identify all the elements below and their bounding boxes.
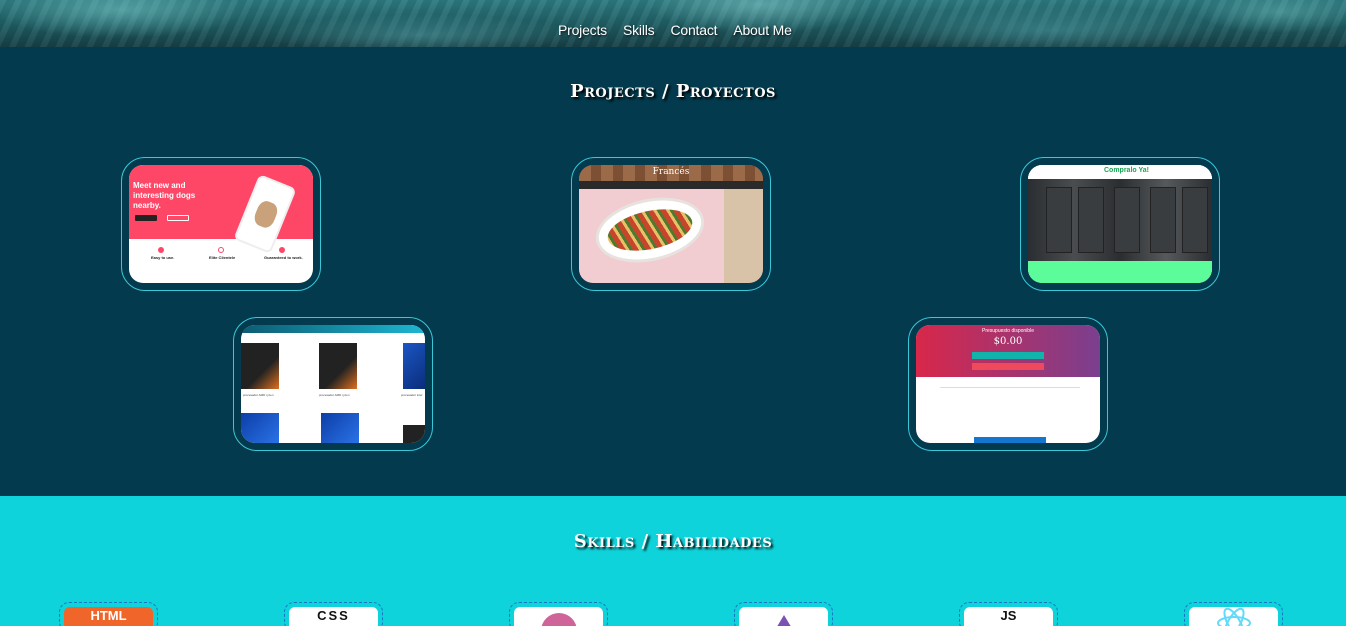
skill-js[interactable]: JS xyxy=(959,602,1058,626)
feature-label: Easy to use. xyxy=(151,255,175,260)
nav-about-link[interactable]: About Me xyxy=(733,22,792,38)
project-thumbnail-cpu-store[interactable]: procesador AMD ryzen procesador AMD ryze… xyxy=(241,325,425,443)
product-label: procesador intel xyxy=(401,393,423,397)
intel-box-image xyxy=(321,413,359,443)
main-nav: Projects Skills Contact About Me xyxy=(558,22,792,38)
skill-sass[interactable] xyxy=(509,602,608,626)
project-card-fridge-store[interactable]: Compralo Ya! xyxy=(1020,157,1220,291)
skill-react[interactable] xyxy=(1184,602,1283,626)
project-card-dog-app[interactable]: Meet new and interesting dogs nearby. Ea… xyxy=(121,157,321,291)
projects-title: Projects / Proyectos xyxy=(570,81,776,102)
expense-row xyxy=(972,363,1044,370)
intel-box-image xyxy=(403,343,425,389)
feature-label: Guaranteed to work. xyxy=(264,255,303,260)
ryzen-box-image xyxy=(241,343,279,389)
skills-section: Skills / Habilidades HTML CSS JS xyxy=(0,496,1346,626)
project-thumbnail-dog-app[interactable]: Meet new and interesting dogs nearby. Ea… xyxy=(129,165,313,283)
dog-app-heading: Meet new and interesting dogs nearby. xyxy=(133,181,196,210)
heart-icon xyxy=(279,247,285,253)
project-card-cpu-store[interactable]: procesador AMD ryzen procesador AMD ryze… xyxy=(233,317,433,451)
check-icon xyxy=(158,247,164,253)
dog-image xyxy=(251,198,281,231)
budget-amount: $0.00 xyxy=(993,336,1023,347)
budget-form xyxy=(940,381,1080,388)
css-icon: CSS xyxy=(289,607,378,626)
ryzen-box-image xyxy=(319,343,357,389)
skill-html[interactable]: HTML xyxy=(59,602,158,626)
skills-title: Skills / Habilidades xyxy=(573,531,773,552)
food-site-header: Francés xyxy=(652,167,690,177)
intel-box-image xyxy=(241,413,279,443)
nav-projects-link[interactable]: Projects xyxy=(558,22,607,38)
fridge-store-brand: Compralo Ya! xyxy=(1104,167,1149,174)
projects-section: Projects / Proyectos Meet new and intere… xyxy=(0,47,1346,496)
project-card-food-site[interactable]: Francés xyxy=(571,157,771,291)
html-icon: HTML xyxy=(64,607,153,626)
income-row xyxy=(972,352,1044,359)
nav-contact-link[interactable]: Contact xyxy=(670,22,717,38)
bootstrap-icon xyxy=(739,607,828,626)
skill-bootstrap[interactable] xyxy=(734,602,833,626)
skill-css[interactable]: CSS xyxy=(284,602,383,626)
budget-button xyxy=(974,437,1046,443)
food-site-navbar xyxy=(579,181,763,189)
download-button-dark xyxy=(135,215,157,221)
download-button-outline xyxy=(167,215,189,221)
header-banner: Projects Skills Contact About Me xyxy=(0,0,1346,47)
project-thumbnail-budget-app[interactable]: Presupuesto disponible $0.00 xyxy=(916,325,1100,443)
js-icon: JS xyxy=(964,607,1053,626)
cpu-box-image xyxy=(403,425,425,443)
nav-skills-link[interactable]: Skills xyxy=(623,22,655,38)
product-label: procesador AMD ryzen xyxy=(243,393,274,397)
product-label: procesador AMD ryzen xyxy=(319,393,350,397)
project-card-budget-app[interactable]: Presupuesto disponible $0.00 xyxy=(908,317,1108,451)
sass-icon xyxy=(514,607,603,626)
project-thumbnail-food-site[interactable]: Francés xyxy=(579,165,763,283)
fridge-store-footer xyxy=(1028,261,1212,283)
budget-heading: Presupuesto disponible xyxy=(982,328,1034,334)
react-icon xyxy=(1189,607,1278,626)
feature-label: Elite Clientele xyxy=(209,255,236,260)
project-thumbnail-fridge-store[interactable]: Compralo Ya! xyxy=(1028,165,1212,283)
cpu-store-navbar xyxy=(241,325,425,333)
target-icon xyxy=(218,247,224,253)
